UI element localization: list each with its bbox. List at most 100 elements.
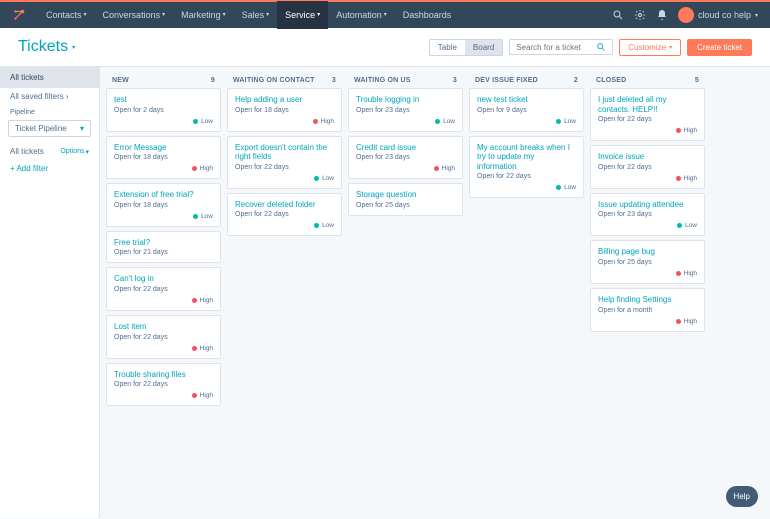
ticket-card[interactable]: Free trial?Open for 21 days <box>106 231 221 264</box>
page-title-dropdown[interactable]: Tickets ▾ <box>18 38 75 56</box>
column-name: DEV ISSUE FIXED <box>475 77 538 84</box>
column: CLOSED5I just deleted all my contacts. H… <box>590 73 705 512</box>
hubspot-logo[interactable] <box>12 8 26 22</box>
ticket-card[interactable]: Trouble sharing filesOpen for 22 daysHig… <box>106 363 221 407</box>
priority: High <box>598 318 697 325</box>
nav-item-automation[interactable]: Automation▾ <box>328 1 395 29</box>
column-header: DEV ISSUE FIXED 2 <box>469 73 584 88</box>
card-subtitle: Open for 23 days <box>356 154 455 161</box>
column-count: 2 <box>574 77 578 84</box>
sidebar-saved-filters[interactable]: All saved filters › <box>0 88 99 105</box>
chevron-down-icon: ▾ <box>162 1 165 29</box>
ticket-card[interactable]: Help adding a user Open for 18 days High <box>227 88 342 132</box>
priority-dot-icon <box>193 119 198 124</box>
card-subtitle: Open for 22 days <box>114 286 213 293</box>
ticket-card[interactable]: Storage question Open for 25 days <box>348 183 463 216</box>
ticket-card[interactable]: Extension of free trial?Open for 18 days… <box>106 183 221 227</box>
column-header: WAITING ON US3 <box>348 73 463 88</box>
nav-item-contacts[interactable]: Contacts▾ <box>38 1 95 29</box>
priority-dot-icon <box>677 223 682 228</box>
view-table-button[interactable]: Table <box>430 40 465 55</box>
priority: High <box>356 165 455 172</box>
column-name: CLOSED <box>596 77 626 84</box>
card-title: Extension of free trial? <box>114 190 213 200</box>
bell-icon[interactable] <box>656 9 668 21</box>
customize-button[interactable]: Customize ▾ <box>619 39 681 56</box>
column: DEV ISSUE FIXED 2 new test ticketOpen for … <box>469 73 584 512</box>
cards: new test ticketOpen for 9 daysLowMy acco… <box>469 88 584 198</box>
card-subtitle: Open for 18 days <box>235 107 334 114</box>
ticket-card[interactable]: new test ticketOpen for 9 daysLow <box>469 88 584 132</box>
priority-dot-icon <box>676 176 681 181</box>
card-title: Issue updating attendee <box>598 200 697 210</box>
ticket-card[interactable]: Lost itemOpen for 22 daysHigh <box>106 315 221 359</box>
nav-item-marketing[interactable]: Marketing▾ <box>173 1 234 29</box>
gear-icon[interactable] <box>634 9 646 21</box>
chevron-down-icon: ▾ <box>85 148 89 156</box>
search-wrap <box>509 39 613 55</box>
card-title: I just deleted all my contacts. HELP!! <box>598 95 697 114</box>
card-title: Storage question <box>356 190 455 200</box>
priority-dot-icon <box>556 185 561 190</box>
priority-dot-icon <box>676 271 681 276</box>
view-board-button[interactable]: Board <box>465 40 502 55</box>
page-title: Tickets <box>18 38 68 56</box>
view-toggle: Table Board <box>429 39 503 56</box>
ticket-card[interactable]: Error MessageOpen for 18 daysHigh <box>106 136 221 180</box>
nav-item-dashboards[interactable]: Dashboards <box>395 1 460 29</box>
card-title: Help finding Settings <box>598 295 697 305</box>
user-menu[interactable]: cloud co help ▾ <box>678 7 758 23</box>
ticket-card[interactable]: testOpen for 2 daysLow <box>106 88 221 132</box>
chevron-down-icon: ▾ <box>755 12 758 19</box>
sidebar-all-tickets[interactable]: All tickets <box>0 67 99 88</box>
ticket-card[interactable]: Export doesn't contain the right fieldsO… <box>227 136 342 189</box>
chevron-down-icon: ▾ <box>317 1 320 29</box>
card-subtitle: Open for 23 days <box>356 107 455 114</box>
avatar <box>678 7 694 23</box>
column-name: WAITING ON CONTACT <box>233 77 315 84</box>
top-nav: Contacts▾Conversations▾Marketing▾Sales▾S… <box>0 0 770 28</box>
nav-item-service[interactable]: Service▾ <box>277 1 328 29</box>
ticket-card[interactable]: Credit card issueOpen for 23 daysHigh <box>348 136 463 180</box>
nav-item-conversations[interactable]: Conversations▾ <box>95 1 174 29</box>
card-subtitle: Open for 22 days <box>235 211 334 218</box>
priority: High <box>114 297 213 304</box>
ticket-card[interactable]: Trouble logging inOpen for 23 daysLow <box>348 88 463 132</box>
sidebar-all-tickets-row: All tickets Options ▾ <box>0 143 99 160</box>
card-title: Recover deleted folder <box>235 200 334 210</box>
options-link[interactable]: Options ▾ <box>60 148 89 156</box>
priority-dot-icon <box>192 346 197 351</box>
ticket-card[interactable]: Help finding SettingsOpen for a monthHig… <box>590 288 705 332</box>
priority: Low <box>477 184 576 191</box>
card-title: Help adding a user <box>235 95 334 105</box>
search-icon[interactable] <box>596 42 606 52</box>
card-subtitle: Open for 22 days <box>235 164 334 171</box>
ticket-card[interactable]: My account breaks when I try to update m… <box>469 136 584 199</box>
priority-dot-icon <box>434 166 439 171</box>
ticket-card[interactable]: I just deleted all my contacts. HELP!!Op… <box>590 88 705 141</box>
sidebar: All tickets All saved filters › Pipeline… <box>0 67 100 518</box>
create-ticket-button[interactable]: Create ticket <box>687 39 752 56</box>
card-subtitle: Open for 25 days <box>356 202 455 209</box>
search-icon[interactable] <box>612 9 624 21</box>
chevron-down-icon: ▾ <box>266 1 269 29</box>
priority-dot-icon <box>313 119 318 124</box>
ticket-card[interactable]: Invoice issueOpen for 22 daysHigh <box>590 145 705 189</box>
nav-items: Contacts▾Conversations▾Marketing▾Sales▾S… <box>38 1 459 29</box>
column-count: 9 <box>211 77 215 84</box>
priority: High <box>235 118 334 125</box>
ticket-card[interactable]: Can't log inOpen for 22 daysHigh <box>106 267 221 311</box>
ticket-card[interactable]: Billing page bugOpen for 25 daysHigh <box>590 240 705 284</box>
board: NEW 9 testOpen for 2 daysLowError MessageO… <box>100 67 770 518</box>
column-name: NEW <box>112 77 129 84</box>
search-input[interactable] <box>516 43 596 52</box>
column: WAITING ON CONTACT3Help adding a userOpe… <box>227 73 342 512</box>
add-filter-link[interactable]: + Add filter <box>0 160 99 177</box>
priority-dot-icon <box>314 223 319 228</box>
nav-item-sales[interactable]: Sales▾ <box>234 1 278 29</box>
ticket-card[interactable]: Issue updating attendeeOpen for 23 daysL… <box>590 193 705 237</box>
chevron-down-icon: ▾ <box>72 44 75 51</box>
help-fab[interactable]: Help <box>726 486 758 507</box>
pipeline-select[interactable]: Ticket Pipeline ▾ <box>8 120 91 137</box>
ticket-card[interactable]: Recover deleted folderOpen for 22 daysLo… <box>227 193 342 237</box>
